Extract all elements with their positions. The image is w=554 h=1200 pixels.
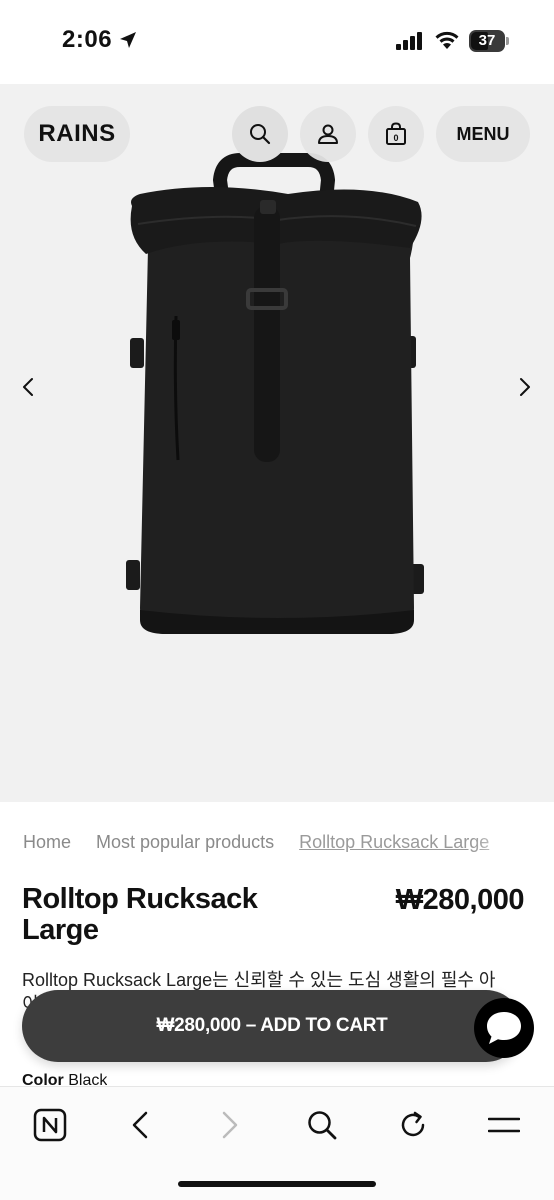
product-price: ₩280,000 <box>395 884 525 916</box>
gallery-prev-button[interactable] <box>18 372 38 402</box>
browser-search-button[interactable] <box>300 1103 344 1147</box>
product-image <box>126 153 424 634</box>
location-arrow-icon <box>120 32 136 48</box>
account-button[interactable] <box>300 106 356 162</box>
chat-button[interactable] <box>474 998 534 1058</box>
app-button[interactable] <box>28 1103 72 1147</box>
back-icon <box>132 1111 148 1139</box>
product-gallery[interactable]: RAINS 0 MENU <box>0 84 554 802</box>
reload-icon <box>401 1111 425 1137</box>
description-line-1: Rolltop Rucksack Large는 신뢰할 수 있는 도심 생활의 … <box>22 970 496 990</box>
wifi-icon <box>435 31 459 49</box>
chat-bubble-icon <box>487 1012 521 1044</box>
search-icon <box>308 1111 337 1140</box>
breadcrumb-category[interactable]: Most popular products <box>96 832 274 852</box>
breadcrumb-fade <box>473 832 523 856</box>
home-indicator <box>178 1181 376 1187</box>
battery-level: 37 <box>478 32 496 49</box>
status-bar: 2:06 37 <box>0 0 554 84</box>
breadcrumb: Home Most popular products Rolltop Rucks… <box>23 832 523 856</box>
menu-button[interactable]: MENU <box>436 106 530 162</box>
cart-button[interactable]: 0 <box>368 106 424 162</box>
gallery-next-button[interactable] <box>515 372 535 402</box>
product-title: Rolltop Rucksack Large <box>22 883 258 946</box>
forward-button[interactable] <box>208 1103 252 1147</box>
color-value: Black <box>68 1072 108 1086</box>
forward-icon <box>222 1111 238 1139</box>
search-button[interactable] <box>232 106 288 162</box>
app-n-icon <box>33 1108 67 1142</box>
cart-count: 0 <box>393 133 398 143</box>
chevron-left-icon <box>23 378 33 396</box>
shopping-bag-icon: 0 <box>386 122 406 145</box>
cellular-signal-icon <box>396 32 422 50</box>
battery-icon: 37 <box>469 30 509 52</box>
search-icon <box>250 124 271 145</box>
add-to-cart-button[interactable]: ₩280,000 – ADD TO CART <box>22 990 522 1062</box>
reload-button[interactable] <box>391 1103 435 1147</box>
color-label: Color <box>22 1072 64 1086</box>
browser-menu-button[interactable] <box>482 1103 526 1147</box>
back-button[interactable] <box>118 1103 162 1147</box>
menu-icon <box>488 1117 520 1133</box>
breadcrumb-current[interactable]: Rolltop Rucksack Large <box>299 832 489 852</box>
breadcrumb-home[interactable]: Home <box>23 832 71 852</box>
account-icon <box>318 124 338 144</box>
brand-logo[interactable]: RAINS <box>24 106 130 162</box>
chevron-right-icon <box>520 378 530 396</box>
color-selector-label: Color Black <box>22 1072 107 1086</box>
status-time: 2:06 <box>62 26 113 53</box>
